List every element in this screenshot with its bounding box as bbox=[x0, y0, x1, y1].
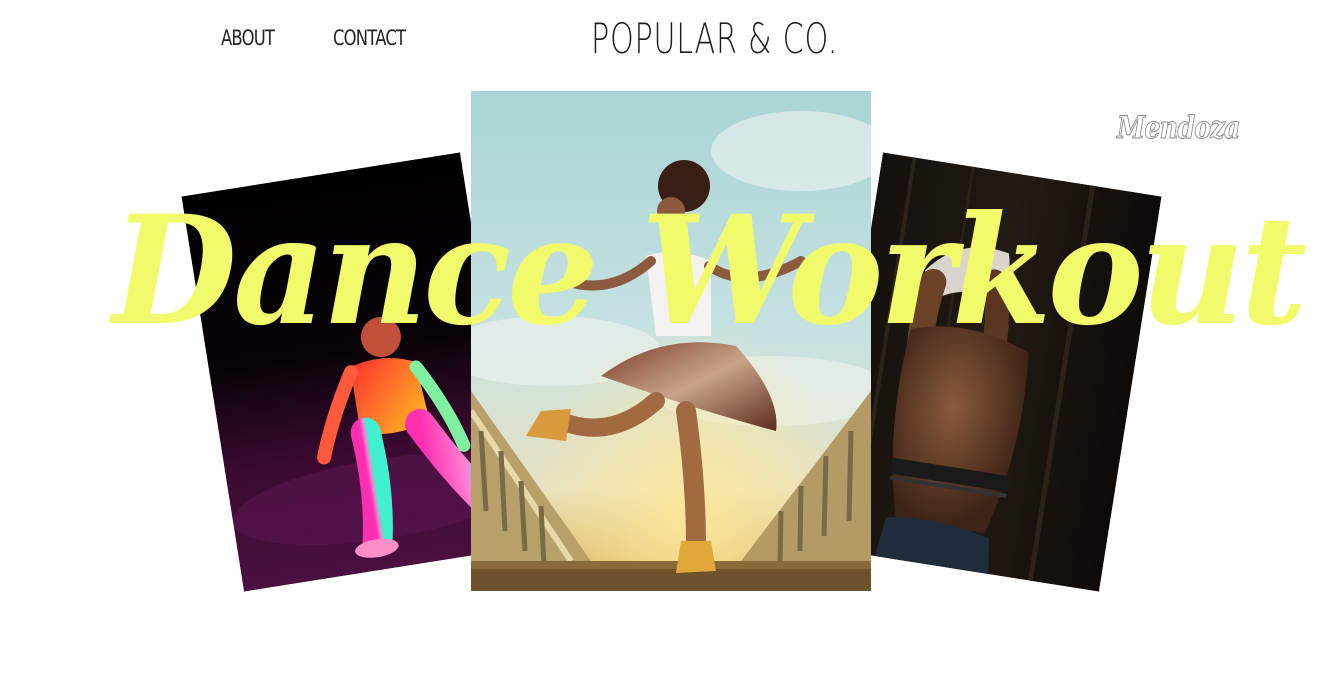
nav-about-link[interactable]: ABOUT bbox=[221, 26, 275, 50]
brand-logo[interactable]: POPULAR & CO. bbox=[591, 14, 838, 63]
hero-headline: Dance Workout bbox=[112, 183, 1307, 359]
page: ABOUT CONTACT POPULAR & CO. Mendoza Danc… bbox=[0, 0, 1341, 688]
nav-contact-link[interactable]: CONTACT bbox=[333, 26, 406, 50]
signature-text: Mendoza bbox=[1117, 110, 1241, 147]
